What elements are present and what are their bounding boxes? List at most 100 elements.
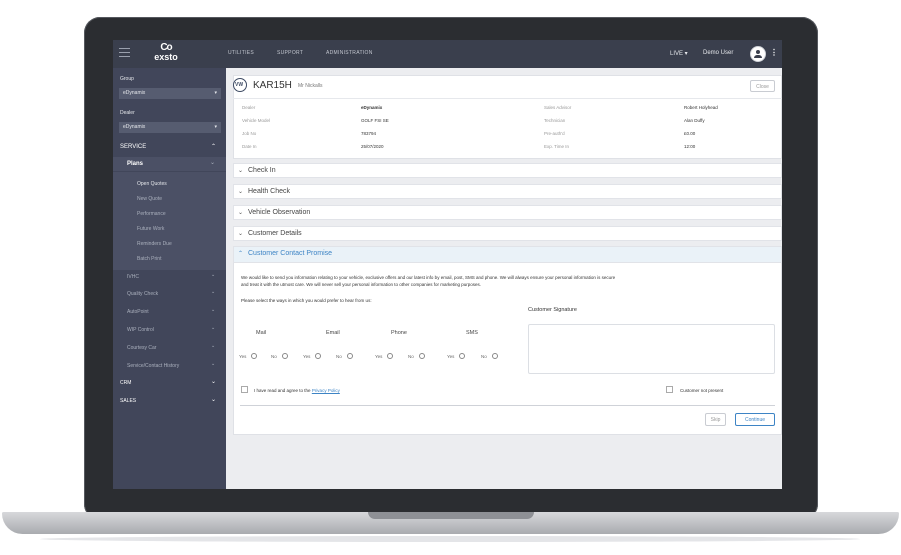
nav-administration[interactable]: ADMINISTRATION [326,50,373,56]
section-customer-details[interactable]: ⌄ Customer Details [233,226,782,241]
intro-text: We would like to send you information re… [241,275,616,280]
sms-no-radio[interactable] [492,353,498,359]
sidebar-item-open-quotes[interactable]: Open Quotes [137,181,167,187]
sidebar-item-new-quote[interactable]: New Quote [137,196,162,202]
customer-name: Mr Nickalls [298,83,323,89]
user-avatar-icon[interactable] [750,46,766,62]
chevron-down-icon: ⌄ [238,231,244,237]
menu-icon[interactable] [119,48,130,58]
exsto-logo: Co exsto [154,42,178,62]
group-label: Group [120,76,134,82]
mail-yes-radio[interactable] [251,353,257,359]
detail-value: eDynamix [361,105,383,110]
chevron-down-icon: ⌄ [211,272,216,278]
sidebar-item-plans[interactable]: Plans ⌄ [113,157,226,171]
laptop-shadow [40,536,860,542]
vw-logo-icon [233,78,247,92]
email-yes-radio[interactable] [315,353,321,359]
phone-yes-radio[interactable] [387,353,393,359]
privacy-checkbox[interactable] [241,386,248,393]
sidebar-service[interactable]: SERVICE [120,144,146,150]
sidebar: Group eDynamix ▾ Dealer eDynamix ▾ SERVICE… [113,68,226,489]
detail-value: Robert Holyhead [684,105,718,110]
signature-label: Customer Signature [528,307,577,313]
sidebar-item-future-work[interactable]: Future Work [137,226,164,232]
divider [233,98,782,99]
group-select[interactable]: eDynamix ▾ [119,88,221,99]
laptop-notch [368,512,534,519]
user-name[interactable]: Demo User [703,50,733,56]
no-label: No [336,354,342,359]
chevron-down-icon: ⌄ [211,361,216,367]
sidebar-item-performance[interactable]: Performance [137,211,166,217]
contact-prompt: Please select the ways in which you woul… [241,298,372,303]
detail-value: GOLF FSI SE [361,118,389,123]
sidebar-item-quality-check[interactable]: Quality Check [127,291,158,297]
yes-label: Yes [303,354,311,359]
section-customer-contact-promise[interactable]: ⌃ Customer Contact Promise [233,246,782,263]
chevron-down-icon: ⌄ [211,289,216,295]
mail-no-radio[interactable] [282,353,288,359]
dealer-select[interactable]: eDynamix ▾ [119,122,221,133]
detail-value: 12:00 [684,144,696,149]
sidebar-item-ivhc[interactable]: IVHC [127,274,139,280]
sms-yes-radio[interactable] [459,353,465,359]
chevron-up-icon: ⌃ [210,144,216,150]
intro-text: and treat it with the utmost care. We wi… [241,282,482,287]
nav-utilities[interactable]: UTILITIES [228,50,254,56]
chevron-down-icon: ⌄ [238,189,244,195]
detail-label: Technician [544,118,566,123]
divider [240,405,775,406]
chevron-down-icon: ⌄ [238,168,244,174]
chevron-down-icon: ⌄ [211,307,216,313]
top-bar: Co exsto UTILITIES SUPPORT ADMINISTRATIO… [113,40,782,68]
signature-pad[interactable] [528,324,775,374]
phone-no-radio[interactable] [419,353,425,359]
environment-dropdown[interactable]: LIVE ▾ [670,50,688,57]
app-screen: Co exsto UTILITIES SUPPORT ADMINISTRATIO… [113,40,782,489]
detail-value: Alan Duffy [684,118,705,123]
detail-label: Dealer [242,105,256,110]
detail-label: Job No [242,131,257,136]
sidebar-item-autopoint[interactable]: AutoPoint [127,309,149,315]
channel-sms: SMS [466,330,478,336]
no-label: No [408,354,414,359]
kebab-menu-icon[interactable]: ⋮ [770,48,778,57]
skip-button[interactable]: Skip [705,413,726,426]
section-health-check[interactable]: ⌄ Health Check [233,184,782,199]
detail-value: 783794 [361,131,377,136]
detail-label: Sales Advisor [544,105,572,110]
section-check-in[interactable]: ⌄ Check In [233,163,782,178]
customer-not-present-checkbox[interactable] [666,386,673,393]
sidebar-item-batch-print[interactable]: Batch Print [137,256,161,262]
sidebar-item-reminders-due[interactable]: Reminders Due [137,241,172,247]
chevron-down-icon: ⌄ [210,160,216,166]
sidebar-crm[interactable]: CRM [120,380,131,386]
detail-label: Pre-auth'd [544,131,565,136]
section-vehicle-observation[interactable]: ⌄ Vehicle Observation [233,205,782,220]
channel-phone: Phone [391,330,407,336]
caret-down-icon: ▾ [214,90,217,96]
email-no-radio[interactable] [347,353,353,359]
sidebar-item-service-history[interactable]: Service/Contact History [127,363,179,369]
detail-value: 25/07/2020 [361,144,384,149]
chevron-down-icon: ⌄ [211,343,216,349]
chevron-down-icon: ⌄ [211,325,216,331]
channel-mail: Mail [256,330,267,336]
sidebar-item-wip-control[interactable]: WIP Control [127,327,154,333]
channel-email: Email [326,330,340,336]
sidebar-item-courtesy-car[interactable]: Courtesy Car [127,345,156,351]
close-button[interactable]: Close [750,80,775,92]
detail-label: Vehicle Model [242,118,271,123]
sidebar-sales[interactable]: SALES [120,398,136,404]
privacy-policy-link[interactable]: Privacy Policy [312,388,340,393]
continue-button[interactable]: Continue [735,413,775,426]
no-label: No [271,354,277,359]
yes-label: Yes [375,354,383,359]
customer-not-present-label: Customer not present [680,388,724,393]
detail-label: Date In [242,144,257,149]
yes-label: Yes [239,354,247,359]
nav-support[interactable]: SUPPORT [277,50,303,56]
yes-label: Yes [447,354,455,359]
dealer-label: Dealer [120,110,135,116]
